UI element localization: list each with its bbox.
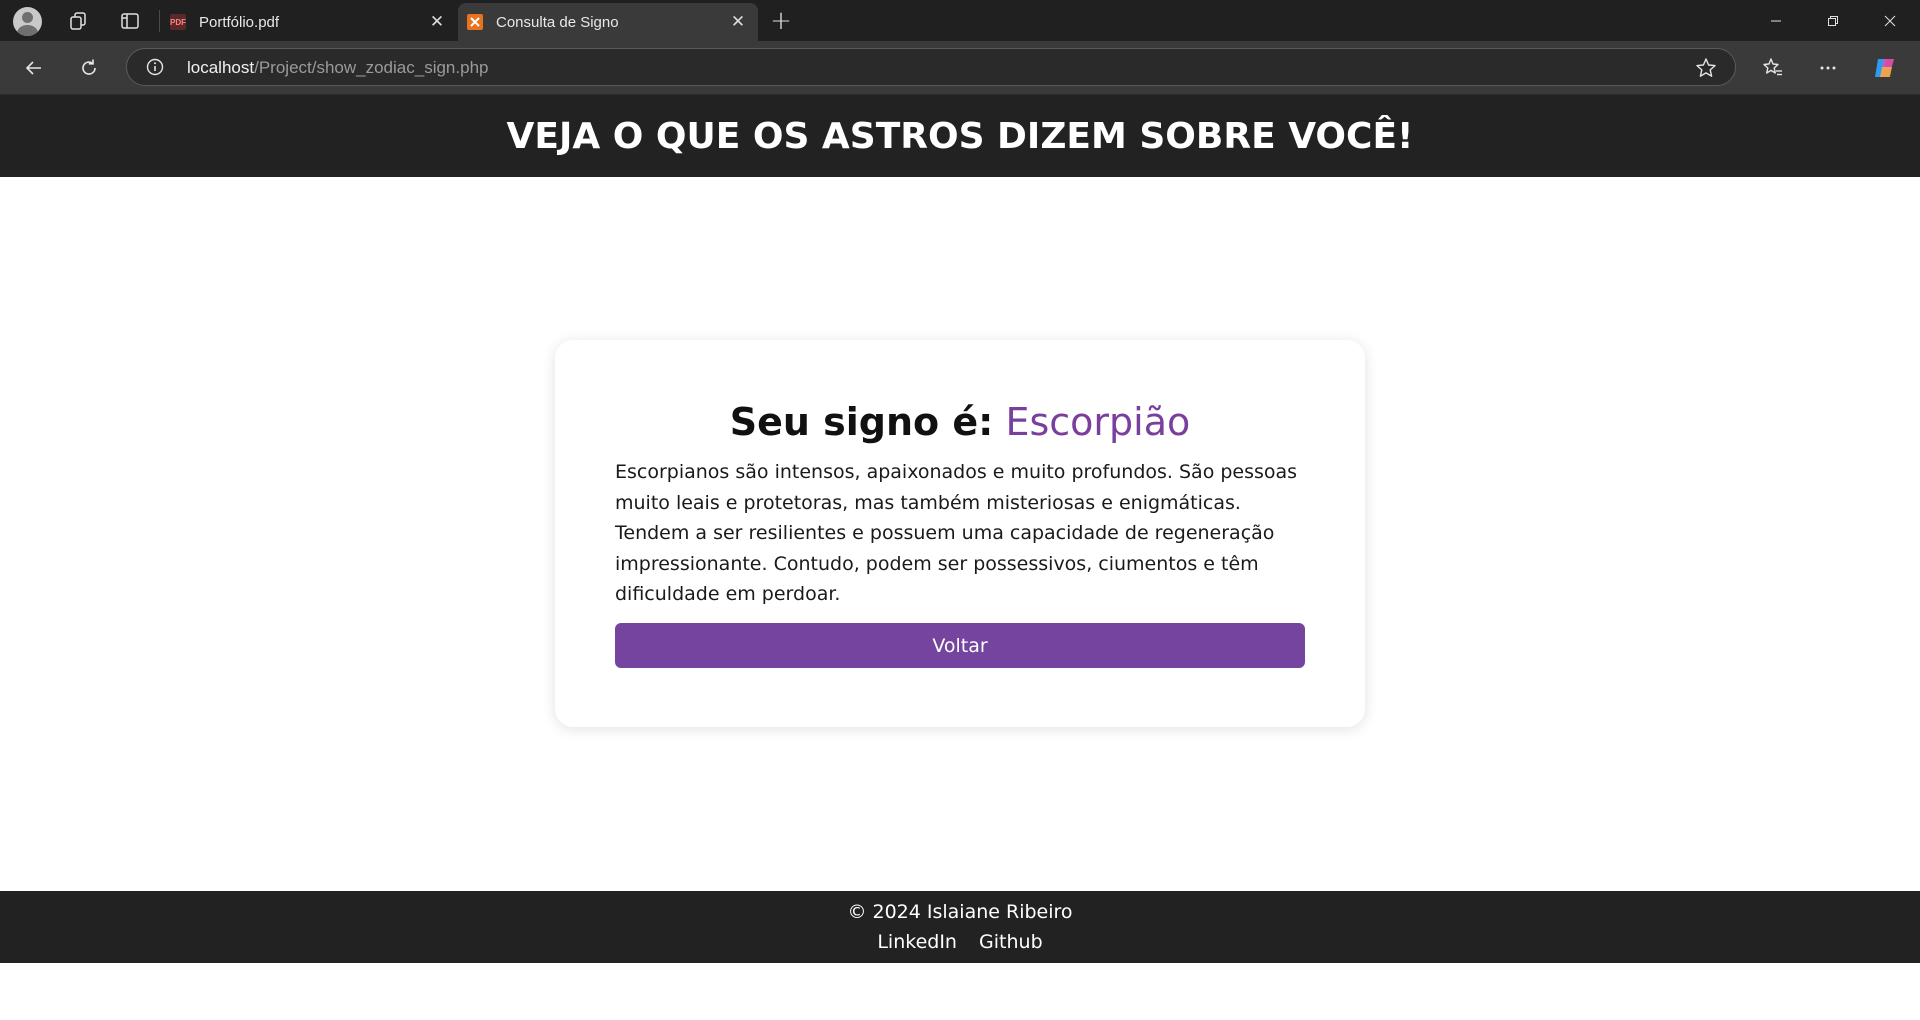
xampp-icon xyxy=(467,14,483,30)
new-tab-plus-icon[interactable]: + xyxy=(764,4,798,38)
site-header: VEJA O QUE OS ASTROS DIZEM SOBRE VOCÊ! xyxy=(0,95,1920,177)
more-options-icon[interactable] xyxy=(1810,50,1846,86)
zodiac-sign-name: Escorpião xyxy=(1005,400,1191,444)
refresh-icon[interactable] xyxy=(71,50,107,86)
result-label: Seu signo é: xyxy=(729,400,994,444)
site-footer: © 2024 Islaiane Ribeiro LinkedIn Github xyxy=(0,891,1920,963)
copilot-icon[interactable] xyxy=(1867,50,1903,86)
vertical-tabs-icon[interactable] xyxy=(112,4,148,38)
url-path: /Project/show_zodiac_sign.php xyxy=(254,58,489,77)
favorites-icon[interactable] xyxy=(1755,50,1791,86)
result-heading: Seu signo é: Escorpião xyxy=(555,400,1365,444)
tab-title: Consulta de Signo xyxy=(496,13,619,31)
pdf-icon: PDF xyxy=(170,14,186,30)
tab-separator xyxy=(159,10,160,32)
tab-consulta-de-signo[interactable]: Consulta de Signo ✕ xyxy=(458,3,758,41)
back-arrow-icon[interactable] xyxy=(16,50,52,86)
footer-links: LinkedIn Github xyxy=(0,931,1920,953)
page-title: VEJA O QUE OS ASTROS DIZEM SOBRE VOCÊ! xyxy=(506,115,1414,157)
tab-title: Portfólio.pdf xyxy=(199,13,280,31)
workspaces-icon[interactable] xyxy=(60,4,96,38)
minimize-icon[interactable] xyxy=(1748,0,1804,41)
close-tab-icon[interactable]: ✕ xyxy=(724,8,752,36)
sign-description: Escorpianos são intensos, apaixonados e … xyxy=(615,461,1298,605)
address-bar[interactable]: localhost/Project/show_zodiac_sign.php xyxy=(126,48,1736,86)
site-info-icon[interactable] xyxy=(146,58,164,76)
tab-portfolio-pdf[interactable]: PDF Portfólio.pdf ✕ xyxy=(161,3,457,41)
restore-icon[interactable] xyxy=(1805,0,1861,41)
linkedin-link[interactable]: LinkedIn xyxy=(877,931,957,953)
close-tab-icon[interactable]: ✕ xyxy=(423,8,451,36)
close-window-icon[interactable] xyxy=(1862,0,1918,41)
url-host: localhost xyxy=(187,58,255,77)
browser-tab-bar: PDF Portfólio.pdf ✕ Consulta de Signo ✕ … xyxy=(0,0,1920,41)
url-text: localhost/Project/show_zodiac_sign.php xyxy=(187,58,488,78)
copyright-text: © 2024 Islaiane Ribeiro xyxy=(847,901,1073,923)
result-card: Seu signo é: Escorpião Escorpianos são i… xyxy=(555,340,1365,727)
profile-avatar[interactable] xyxy=(13,7,42,36)
browser-toolbar: localhost/Project/show_zodiac_sign.php xyxy=(0,41,1920,95)
back-button[interactable]: Voltar xyxy=(615,623,1305,668)
favorite-star-icon[interactable] xyxy=(1695,57,1717,79)
github-link[interactable]: Github xyxy=(979,931,1043,953)
